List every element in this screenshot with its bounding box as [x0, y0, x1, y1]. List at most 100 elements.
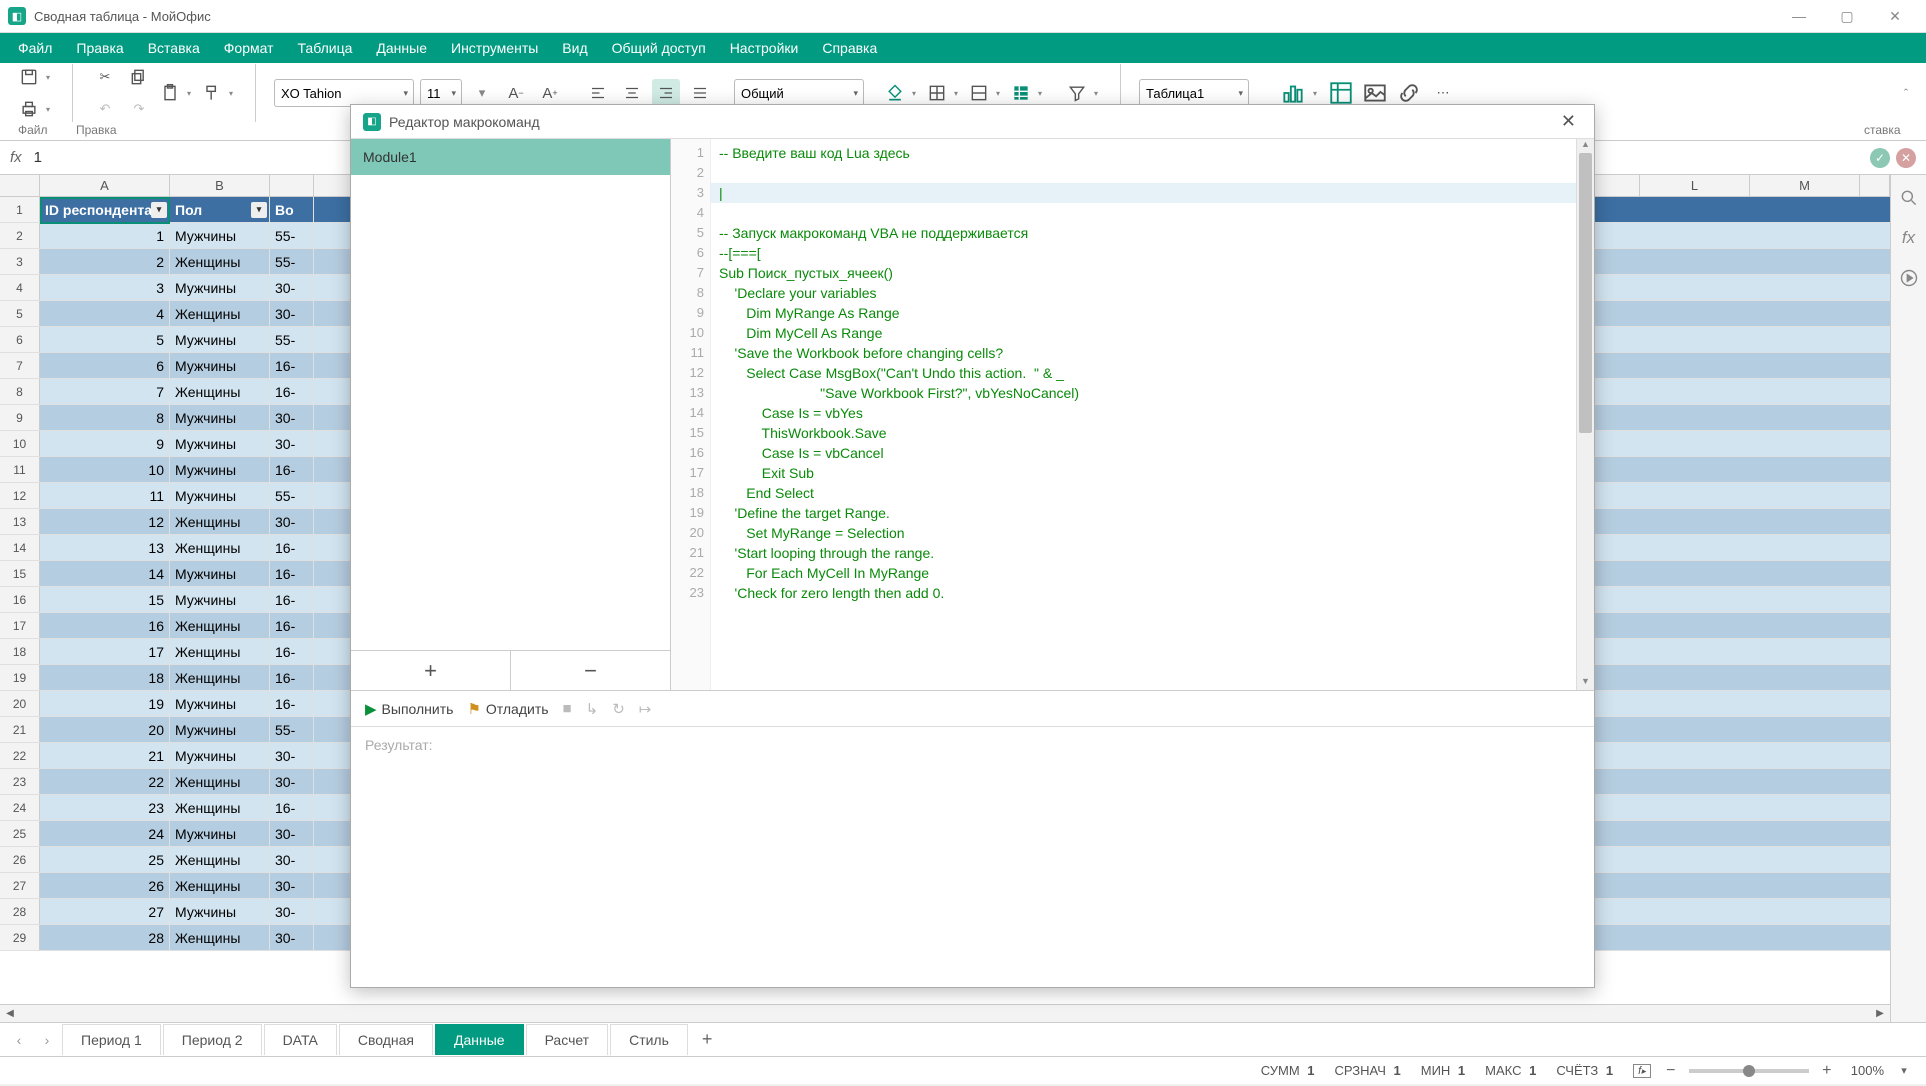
cell[interactable]: 16-: [270, 613, 314, 638]
cell[interactable]: Мужчины: [170, 691, 270, 716]
menu-инструменты[interactable]: Инструменты: [439, 35, 550, 61]
cell[interactable]: Женщины: [170, 639, 270, 664]
cell[interactable]: Мужчины: [170, 561, 270, 586]
cell[interactable]: 20: [40, 717, 170, 742]
cell[interactable]: 23: [40, 795, 170, 820]
cell[interactable]: Мужчины: [170, 587, 270, 612]
row-header[interactable]: 23: [0, 769, 40, 794]
cell[interactable]: 12: [40, 509, 170, 534]
step-out-button[interactable]: ↦: [639, 700, 652, 718]
cell[interactable]: 4: [40, 301, 170, 326]
cell[interactable]: Женщины: [170, 613, 270, 638]
filter-dropdown-icon[interactable]: ▾: [251, 202, 267, 218]
sheet-tab[interactable]: Период 2: [163, 1024, 262, 1055]
cell[interactable]: 30-: [270, 821, 314, 846]
row-header[interactable]: 15: [0, 561, 40, 586]
menu-таблица[interactable]: Таблица: [286, 35, 365, 61]
align-left-button[interactable]: [584, 79, 612, 107]
formula-accept-icon[interactable]: ✓: [1870, 148, 1890, 168]
row-header[interactable]: 7: [0, 353, 40, 378]
zoom-dropdown-icon[interactable]: ▾: [1894, 1064, 1914, 1077]
step-into-button[interactable]: ↳: [586, 700, 599, 718]
cell-size-button[interactable]: [1010, 79, 1046, 107]
zoom-out-button[interactable]: −: [1661, 1062, 1681, 1080]
row-header[interactable]: 25: [0, 821, 40, 846]
table-header-cell[interactable]: ID респондента▾: [40, 197, 170, 222]
menu-настройки[interactable]: Настройки: [718, 35, 811, 61]
row-header[interactable]: 22: [0, 743, 40, 768]
scrollbar-thumb[interactable]: [1579, 153, 1592, 433]
cell[interactable]: 16-: [270, 587, 314, 612]
cell[interactable]: 16-: [270, 561, 314, 586]
cell[interactable]: 5: [40, 327, 170, 352]
row-header[interactable]: 13: [0, 509, 40, 534]
menu-общий доступ[interactable]: Общий доступ: [600, 35, 718, 61]
cell[interactable]: 16: [40, 613, 170, 638]
row-header[interactable]: 14: [0, 535, 40, 560]
cell[interactable]: 30-: [270, 925, 314, 950]
col-header-m[interactable]: M: [1750, 175, 1860, 196]
row-header[interactable]: 27: [0, 873, 40, 898]
cell[interactable]: 6: [40, 353, 170, 378]
cell[interactable]: 28: [40, 925, 170, 950]
row-header[interactable]: 12: [0, 483, 40, 508]
align-center-button[interactable]: [618, 79, 646, 107]
cell[interactable]: Мужчины: [170, 821, 270, 846]
table-name-input[interactable]: Таблица1: [1139, 79, 1249, 107]
cell[interactable]: Женщины: [170, 509, 270, 534]
cell[interactable]: 21: [40, 743, 170, 768]
cell[interactable]: 26: [40, 873, 170, 898]
cell[interactable]: 17: [40, 639, 170, 664]
col-header-b[interactable]: B: [170, 175, 270, 196]
col-header-a[interactable]: A: [40, 175, 170, 196]
cell[interactable]: Женщины: [170, 847, 270, 872]
borders-button[interactable]: [926, 79, 962, 107]
cell[interactable]: 16-: [270, 665, 314, 690]
sheet-tab[interactable]: Период 1: [62, 1024, 161, 1055]
search-icon[interactable]: [1898, 187, 1920, 209]
dialog-close-button[interactable]: ✕: [1555, 111, 1582, 132]
row-header[interactable]: 28: [0, 899, 40, 924]
cell[interactable]: 16-: [270, 639, 314, 664]
row-header[interactable]: 9: [0, 405, 40, 430]
formula-cancel-icon[interactable]: ✕: [1896, 148, 1916, 168]
cell[interactable]: 16-: [270, 795, 314, 820]
stop-button[interactable]: ■: [563, 700, 572, 717]
sheet-tab[interactable]: Сводная: [339, 1024, 433, 1055]
cell[interactable]: Женщины: [170, 535, 270, 560]
cell[interactable]: 30-: [270, 405, 314, 430]
col-header-l[interactable]: L: [1640, 175, 1750, 196]
cell[interactable]: Мужчины: [170, 899, 270, 924]
cell[interactable]: Мужчины: [170, 353, 270, 378]
font-name-select[interactable]: XO Tahion: [274, 79, 414, 107]
step-over-button[interactable]: ↻: [612, 700, 625, 718]
save-button[interactable]: [18, 63, 54, 91]
play-panel-icon[interactable]: [1898, 267, 1920, 289]
cell[interactable]: 11: [40, 483, 170, 508]
cell[interactable]: 25: [40, 847, 170, 872]
cell[interactable]: 14: [40, 561, 170, 586]
menu-правка[interactable]: Правка: [64, 35, 135, 61]
increase-font-button[interactable]: A+: [536, 79, 564, 107]
cell[interactable]: Мужчины: [170, 457, 270, 482]
scroll-up-icon[interactable]: ▲: [1577, 139, 1594, 153]
row-header[interactable]: 2: [0, 223, 40, 248]
cell[interactable]: 3: [40, 275, 170, 300]
cell[interactable]: 55-: [270, 327, 314, 352]
cell[interactable]: 30-: [270, 847, 314, 872]
tabs-prev-button[interactable]: ‹: [6, 1027, 32, 1053]
cell[interactable]: 1: [40, 223, 170, 248]
row-header[interactable]: 3: [0, 249, 40, 274]
sheet-tab[interactable]: DATA: [264, 1024, 337, 1055]
link-button[interactable]: [1395, 79, 1423, 107]
zoom-slider[interactable]: [1689, 1069, 1809, 1073]
row-header[interactable]: 19: [0, 665, 40, 690]
zoom-in-button[interactable]: +: [1817, 1062, 1837, 1080]
merge-cells-button[interactable]: [968, 79, 1004, 107]
add-sheet-button[interactable]: +: [690, 1025, 725, 1054]
cell[interactable]: 30-: [270, 301, 314, 326]
font-size-stepper[interactable]: ▾: [468, 79, 496, 107]
cell[interactable]: 27: [40, 899, 170, 924]
cell[interactable]: 15: [40, 587, 170, 612]
cell[interactable]: Женщины: [170, 379, 270, 404]
